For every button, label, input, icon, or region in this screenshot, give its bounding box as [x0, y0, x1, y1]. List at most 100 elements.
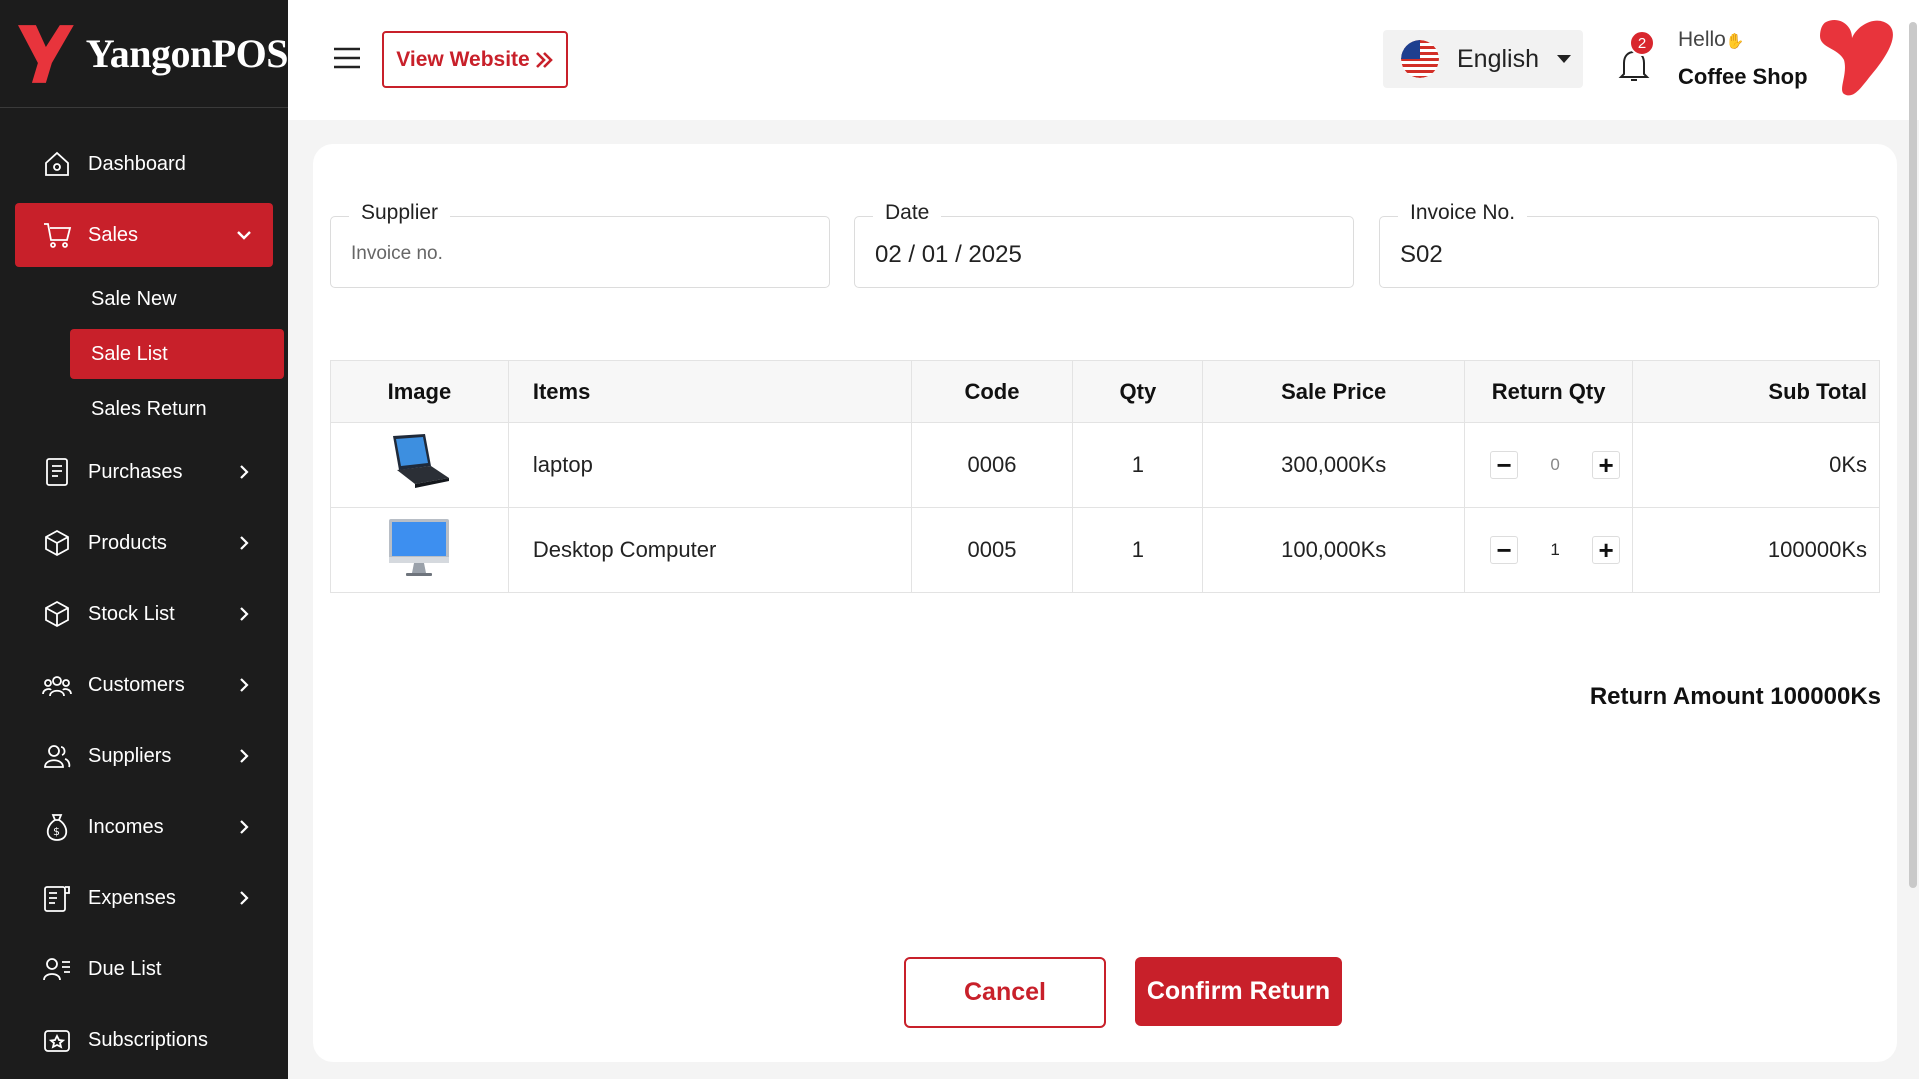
users-icon: [42, 670, 72, 700]
table-header-row: Image Items Code Qty Sale Price Return Q…: [330, 360, 1880, 423]
decrement-button[interactable]: −: [1490, 536, 1519, 564]
home-icon: [42, 149, 72, 179]
brand[interactable]: YangonPOS: [0, 0, 289, 108]
sidebar-item-label: Stock List: [88, 602, 175, 625]
supplier-placeholder: Invoice no.: [351, 243, 443, 264]
invoice-icon: [42, 883, 72, 913]
col-image: Image: [330, 360, 509, 423]
row-return-qty: − 1 +: [1464, 507, 1634, 593]
menu-icon[interactable]: [332, 46, 362, 70]
col-qty: Qty: [1072, 360, 1204, 423]
sidebar-item-label: Suppliers: [88, 744, 172, 767]
row-return-qty: − 0 +: [1464, 422, 1634, 508]
sidebar-item-stock-list[interactable]: Stock List: [0, 582, 288, 646]
confirm-return-button[interactable]: Confirm Return: [1135, 957, 1342, 1026]
user-group-icon: [42, 741, 72, 771]
sidebar-item-label: Sales: [88, 223, 139, 246]
chevron-right-icon: [240, 749, 249, 763]
col-items: Items: [507, 360, 912, 423]
chevron-right-icon: [240, 465, 249, 479]
sidebar-item-products[interactable]: Products: [0, 511, 288, 575]
row-code: 0006: [910, 422, 1074, 508]
double-chevron-right-icon: [535, 51, 553, 68]
sales-submenu: Sale New Sale List Sales Return: [0, 274, 288, 434]
invoice-label: Invoice No.: [1398, 201, 1528, 225]
col-code: Code: [910, 360, 1074, 423]
top-header: View Website English 2 Hello✋ Coffee Sho…: [288, 0, 1919, 888]
sidebar-subitem-sale-new[interactable]: Sale New: [70, 274, 284, 324]
sidebar-item-subscriptions[interactable]: Subscriptions: [0, 1008, 288, 1072]
row-code: 0005: [910, 507, 1074, 593]
return-qty-value[interactable]: 0: [1525, 455, 1585, 475]
col-sale-price: Sale Price: [1202, 360, 1466, 423]
subscription-icon: [42, 1025, 72, 1055]
shop-name: Coffee Shop: [1678, 64, 1808, 89]
chevron-right-icon: [240, 820, 249, 834]
notification-badge: 2: [1629, 30, 1655, 56]
decrement-button[interactable]: −: [1490, 451, 1519, 479]
sidebar-item-label: Purchases: [88, 460, 183, 483]
sidebar-item-label: Expenses: [88, 886, 176, 909]
supplier-label: Supplier: [349, 201, 451, 225]
table-row: laptop 0006 1 300,000Ks − 0 + 0Ks: [330, 422, 1880, 508]
sales-return-card: Supplier Invoice no. Date 02 / 01 / 2025…: [313, 144, 1897, 1062]
sidebar-item-suppliers[interactable]: Suppliers: [0, 724, 288, 788]
row-qty: 1: [1072, 422, 1204, 508]
view-website-button[interactable]: View Website: [382, 31, 568, 88]
sidebar-subitem-sales-return[interactable]: Sales Return: [70, 384, 284, 434]
invoice-value: S02: [1400, 241, 1443, 268]
sidebar-item-sales[interactable]: Sales: [15, 203, 273, 267]
row-item: Desktop Computer: [507, 507, 912, 593]
quantity-stepper: − 0 +: [1465, 451, 1632, 479]
row-item: laptop: [507, 422, 912, 508]
cancel-button[interactable]: Cancel: [904, 957, 1106, 1028]
increment-button[interactable]: +: [1592, 536, 1621, 564]
row-sub-total: 100000Ks: [1632, 507, 1880, 593]
chevron-right-icon: [240, 607, 249, 621]
sidebar-subitem-sale-list[interactable]: Sale List: [70, 329, 284, 379]
col-return-qty: Return Qty: [1464, 360, 1634, 423]
language-selector[interactable]: English: [1383, 30, 1583, 88]
row-price: 100,000Ks: [1202, 507, 1466, 593]
sidebar-item-expenses[interactable]: Expenses: [0, 866, 288, 930]
return-qty-value[interactable]: 1: [1525, 540, 1585, 560]
sidebar: YangonPOS Dashboard Sales Sale New Sale …: [0, 0, 289, 1079]
date-label: Date: [873, 201, 942, 225]
receipt-icon: [42, 457, 72, 487]
money-bag-icon: $: [42, 812, 72, 842]
sidebar-item-label: Products: [88, 531, 167, 554]
invoice-field[interactable]: Invoice No. S02: [1379, 201, 1879, 288]
row-price: 300,000Ks: [1202, 422, 1466, 508]
sidebar-item-incomes[interactable]: $ Incomes: [0, 795, 288, 859]
user-list-icon: [42, 954, 72, 984]
sidebar-item-dashboard[interactable]: Dashboard: [0, 132, 288, 196]
sidebar-item-purchases[interactable]: Purchases: [0, 440, 288, 504]
avatar[interactable]: [1818, 18, 1896, 98]
laptop-icon: [393, 434, 450, 488]
quantity-stepper: − 1 +: [1465, 536, 1632, 564]
sidebar-nav: Dashboard Sales Sale New Sale List Sales…: [0, 132, 288, 1079]
date-field[interactable]: Date 02 / 01 / 2025: [854, 201, 1354, 288]
greeting-text: Hello: [1678, 28, 1726, 51]
view-website-label: View Website: [396, 47, 530, 71]
row-image: [330, 422, 509, 508]
table-row: Desktop Computer 0005 1 100,000Ks − 1 + …: [330, 507, 1880, 593]
cart-icon: [42, 220, 72, 250]
chevron-right-icon: [240, 536, 249, 550]
date-value: 02 / 01 / 2025: [875, 241, 1022, 268]
sidebar-item-due-list[interactable]: Due List: [0, 937, 288, 1001]
wave-icon: ✋: [1725, 33, 1745, 50]
increment-button[interactable]: +: [1592, 451, 1621, 479]
row-sub-total: 0Ks: [1632, 422, 1880, 508]
supplier-field[interactable]: Supplier Invoice no.: [330, 201, 830, 288]
box-icon: [42, 599, 72, 629]
sidebar-item-label: Incomes: [88, 815, 164, 838]
caret-down-icon: [1557, 55, 1571, 63]
us-flag-icon: [1401, 40, 1439, 78]
box-icon: [42, 528, 72, 558]
scrollbar[interactable]: [1909, 22, 1917, 888]
sidebar-item-customers[interactable]: Customers: [0, 653, 288, 717]
desktop-icon: [389, 519, 450, 576]
return-amount: Return Amount 100000Ks: [1589, 683, 1881, 710]
row-image: [330, 507, 509, 593]
